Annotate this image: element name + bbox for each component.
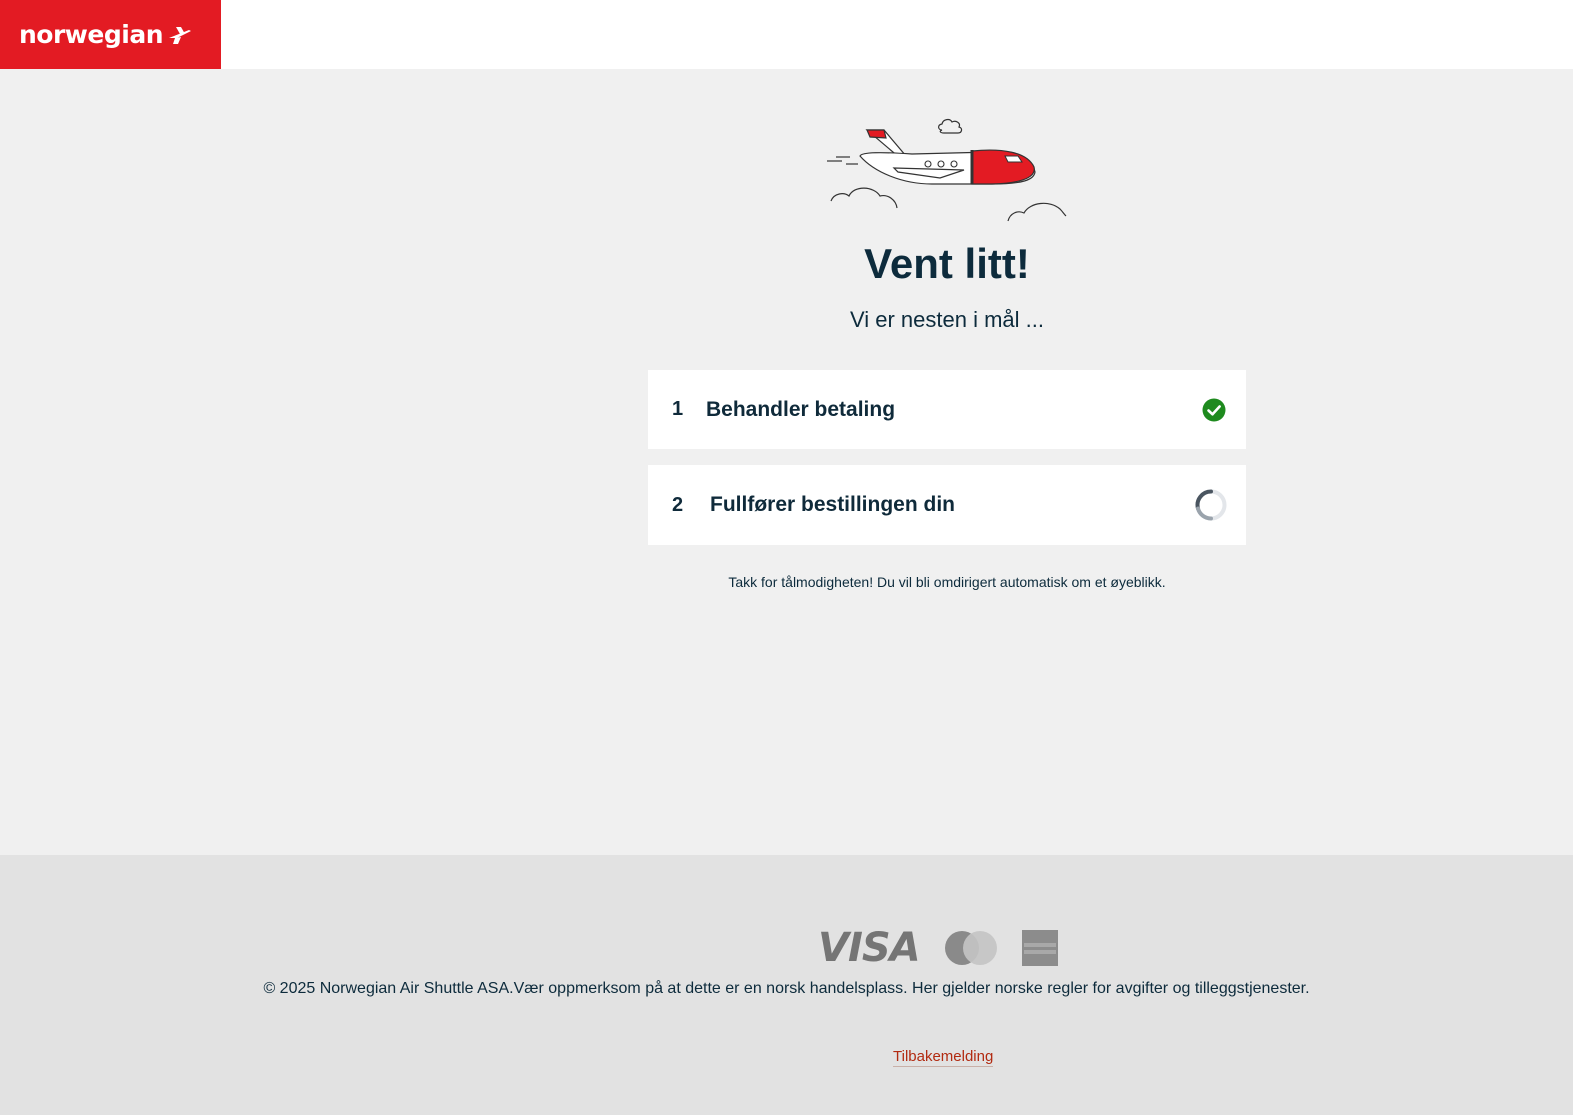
feedback-link[interactable]: Tilbakemelding — [893, 1048, 994, 1067]
redirect-note: Takk for tålmodigheten! Du vil bli omdir… — [728, 574, 1166, 590]
step-completing-booking: 2 Fullfører bestillingen din — [648, 465, 1246, 545]
top-header: norwegian — [0, 0, 1573, 69]
check-circle-icon — [1202, 398, 1226, 421]
page-title: Vent litt! — [864, 240, 1030, 287]
step-number: 2 — [672, 493, 684, 516]
visa-logo: VISA — [818, 925, 921, 971]
step-label: Fullfører bestillingen din — [710, 493, 956, 516]
payment-card-logos: VISA — [818, 925, 1058, 971]
main-content: Vent litt! Vi er nesten i mål ... 1 Beha… — [0, 69, 1573, 855]
step-label: Behandler betaling — [706, 397, 896, 421]
logo-plane-icon — [169, 26, 191, 44]
mastercard-logo-icon — [944, 931, 997, 965]
copyright-text: © 2025 Norwegian Air Shuttle ASA.Vær opp… — [263, 980, 1310, 997]
airplane-illustration-icon — [827, 118, 1067, 222]
footer: VISA © 2025 Norwegian Air Shuttle ASA.Væ… — [0, 855, 1573, 1115]
step-processing-payment: 1 Behandler betaling — [648, 370, 1246, 449]
step-number: 1 — [672, 398, 684, 420]
norwegian-logo[interactable]: norwegian — [0, 0, 221, 69]
logo-text: norwegian — [19, 20, 164, 49]
loading-spinner-icon — [1195, 489, 1227, 521]
page-subtitle: Vi er nesten i mål ... — [849, 307, 1044, 332]
american-express-logo-icon — [1021, 930, 1058, 966]
